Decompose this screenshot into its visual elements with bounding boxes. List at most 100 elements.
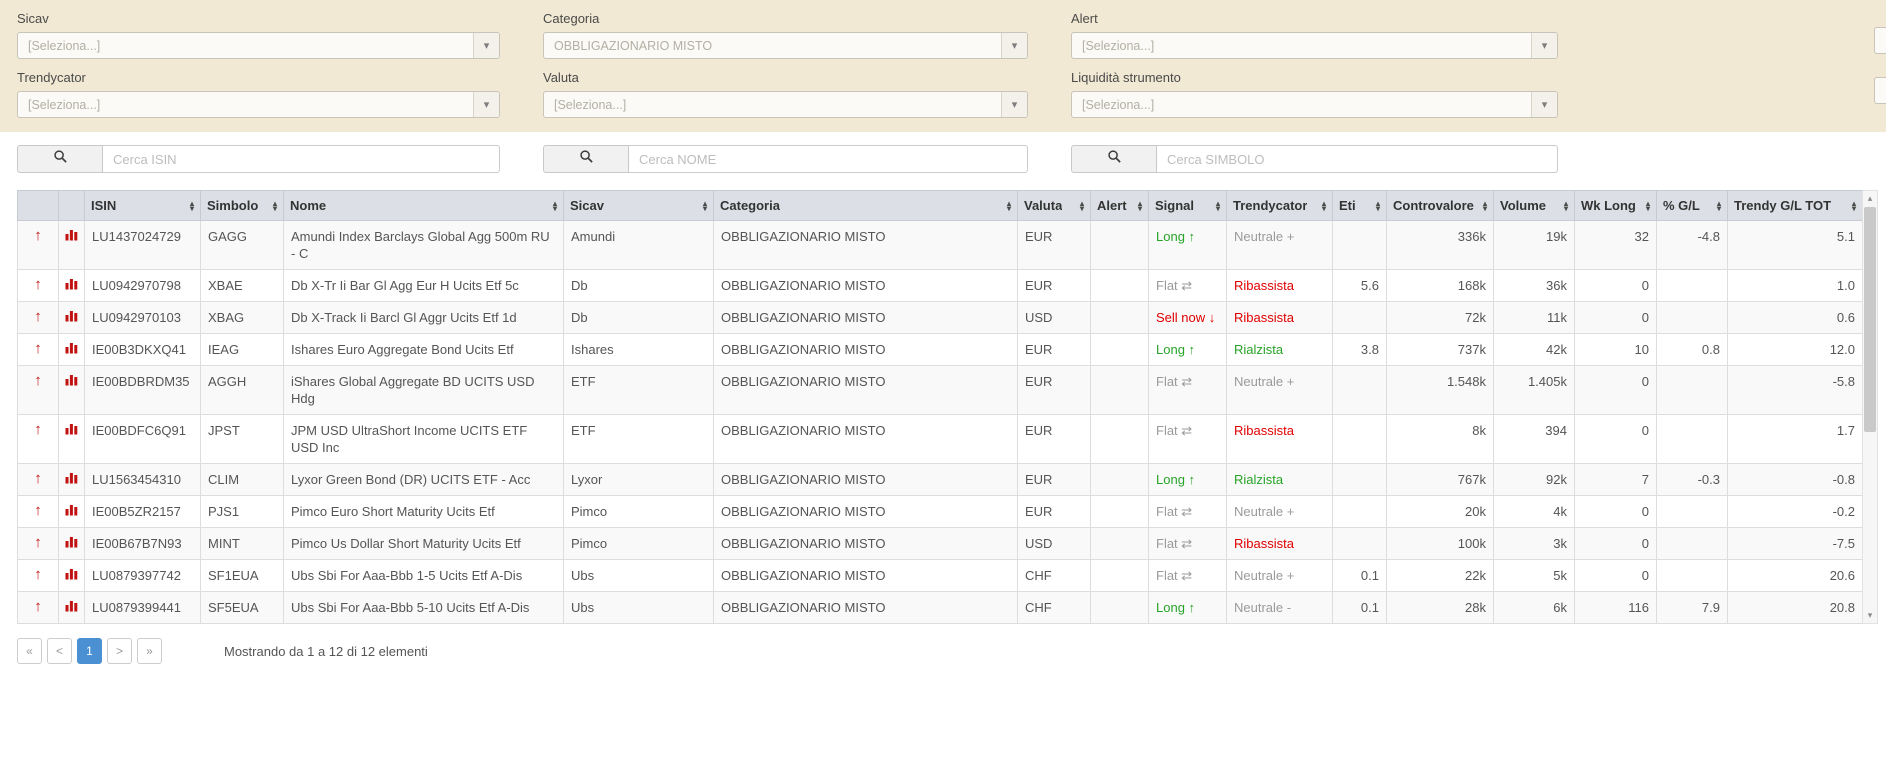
cutoff-select[interactable] xyxy=(1874,27,1886,54)
cell-row-action: ↑ xyxy=(18,415,59,464)
search-isin-button[interactable] xyxy=(17,145,103,173)
cell-signal: Flat ⇄ xyxy=(1149,560,1227,592)
column-header-nome[interactable]: Nome▴▾ xyxy=(284,191,564,221)
bar-chart-icon[interactable] xyxy=(65,373,78,390)
red-up-arrow-icon[interactable]: ↑ xyxy=(34,340,42,357)
table-row: ↑LU1563454310CLIMLyxor Green Bond (DR) U… xyxy=(18,464,1863,496)
column-header-isin[interactable]: ISIN▴▾ xyxy=(85,191,201,221)
search-nome-button[interactable] xyxy=(543,145,629,173)
column-header-trendy-g-l-tot[interactable]: Trendy G/L TOT▴▾ xyxy=(1728,191,1863,221)
sort-icon[interactable]: ▴▾ xyxy=(185,201,194,211)
search-isin-input[interactable] xyxy=(103,145,500,173)
sort-icon[interactable]: ▴▾ xyxy=(1133,201,1142,211)
search-simbolo-input[interactable] xyxy=(1157,145,1558,173)
red-up-arrow-icon[interactable]: ↑ xyxy=(34,276,42,293)
red-up-arrow-icon[interactable]: ↑ xyxy=(34,502,42,519)
column-header-eti[interactable]: Eti▴▾ xyxy=(1333,191,1387,221)
bar-chart-icon[interactable] xyxy=(65,422,78,439)
table-row: ↑LU0879399441SF5EUAUbs Sbi For Aaa-Bbb 5… xyxy=(18,592,1863,624)
bar-chart-icon[interactable] xyxy=(65,503,78,520)
cell-gl xyxy=(1657,270,1728,302)
scrollbar-thumb[interactable] xyxy=(1864,207,1876,432)
cell-valuta: EUR xyxy=(1018,464,1091,496)
prev-page-button[interactable]: < xyxy=(47,638,72,664)
search-nome-input[interactable] xyxy=(629,145,1028,173)
bar-chart-icon[interactable] xyxy=(65,599,78,616)
sort-icon[interactable]: ▴▾ xyxy=(1002,201,1011,211)
sicav-select[interactable]: [Seleziona...] ▾ xyxy=(17,32,500,59)
categoria-select[interactable]: OBBLIGAZIONARIO MISTO ▾ xyxy=(543,32,1028,59)
valuta-select[interactable]: [Seleziona...] ▾ xyxy=(543,91,1028,118)
search-simbolo-button[interactable] xyxy=(1071,145,1157,173)
sort-icon[interactable]: ▴▾ xyxy=(1211,201,1220,211)
cell-categoria-text: OBBLIGAZIONARIO MISTO xyxy=(721,472,885,487)
sort-icon[interactable]: ▴▾ xyxy=(1559,201,1568,211)
page-1-button[interactable]: 1 xyxy=(77,638,102,664)
vertical-scrollbar[interactable]: ▴ ▾ xyxy=(1862,190,1878,624)
bar-chart-icon[interactable] xyxy=(65,277,78,294)
sort-icon[interactable]: ▴▾ xyxy=(268,201,277,211)
bar-chart-icon[interactable] xyxy=(65,228,78,245)
cell-nome: Ubs Sbi For Aaa-Bbb 5-10 Ucits Etf A-Dis xyxy=(284,592,564,624)
trendycator-select[interactable]: [Seleziona...] ▾ xyxy=(17,91,500,118)
column-header-sicav[interactable]: Sicav▴▾ xyxy=(564,191,714,221)
chevron-down-icon[interactable]: ▾ xyxy=(1531,33,1557,58)
cell-trendy-gl-tot: 12.0 xyxy=(1728,334,1863,366)
cell-wk-long: 7 xyxy=(1575,464,1657,496)
chevron-down-icon[interactable]: ▾ xyxy=(1001,92,1027,117)
last-page-button[interactable]: » xyxy=(137,638,162,664)
cutoff-select[interactable] xyxy=(1874,77,1886,104)
first-page-button[interactable]: « xyxy=(17,638,42,664)
cell-categoria: OBBLIGAZIONARIO MISTO xyxy=(714,592,1018,624)
cell-categoria-text: OBBLIGAZIONARIO MISTO xyxy=(721,423,885,438)
scroll-down-arrow-icon[interactable]: ▾ xyxy=(1863,608,1877,623)
bar-chart-icon[interactable] xyxy=(65,535,78,552)
sort-icon[interactable]: ▴▾ xyxy=(1641,201,1650,211)
sort-icon[interactable]: ▴▾ xyxy=(1478,201,1487,211)
liquidita-select[interactable]: [Seleziona...] ▾ xyxy=(1071,91,1558,118)
cell-trendycator-text: Neutrale + xyxy=(1234,229,1294,244)
red-up-arrow-icon[interactable]: ↑ xyxy=(34,566,42,583)
red-up-arrow-icon[interactable]: ↑ xyxy=(34,372,42,389)
red-up-arrow-icon[interactable]: ↑ xyxy=(34,598,42,615)
bar-chart-icon[interactable] xyxy=(65,567,78,584)
sort-icon[interactable]: ▴▾ xyxy=(1317,201,1326,211)
red-up-arrow-icon[interactable]: ↑ xyxy=(34,421,42,438)
cell-isin-text: LU0942970798 xyxy=(92,278,181,293)
column-header-categoria[interactable]: Categoria▴▾ xyxy=(714,191,1018,221)
chevron-down-icon[interactable]: ▾ xyxy=(473,92,499,117)
red-up-arrow-icon[interactable]: ↑ xyxy=(34,470,42,487)
sort-icon[interactable]: ▴▾ xyxy=(1371,201,1380,211)
column-header-trendycator[interactable]: Trendycator▴▾ xyxy=(1227,191,1333,221)
cell-wk-long: 116 xyxy=(1575,592,1657,624)
column-header-wk-long[interactable]: Wk Long▴▾ xyxy=(1575,191,1657,221)
column-header-volume[interactable]: Volume▴▾ xyxy=(1494,191,1575,221)
cell-sicav-text: ETF xyxy=(571,423,596,438)
bar-chart-icon[interactable] xyxy=(65,471,78,488)
red-up-arrow-icon[interactable]: ↑ xyxy=(34,534,42,551)
cell-simbolo: CLIM xyxy=(201,464,284,496)
next-page-button[interactable]: > xyxy=(107,638,132,664)
column-header-signal[interactable]: Signal▴▾ xyxy=(1149,191,1227,221)
chevron-down-icon[interactable]: ▾ xyxy=(1531,92,1557,117)
scroll-up-arrow-icon[interactable]: ▴ xyxy=(1863,191,1877,206)
column-header-simbolo[interactable]: Simbolo▴▾ xyxy=(201,191,284,221)
chevron-down-icon[interactable]: ▾ xyxy=(1001,33,1027,58)
sort-icon[interactable]: ▴▾ xyxy=(1712,201,1721,211)
red-up-arrow-icon[interactable]: ↑ xyxy=(34,227,42,244)
sort-icon[interactable]: ▴▾ xyxy=(548,201,557,211)
chevron-down-icon[interactable]: ▾ xyxy=(473,33,499,58)
column-header-controvalore[interactable]: Controvalore▴▾ xyxy=(1387,191,1494,221)
column-header--g-l[interactable]: % G/L▴▾ xyxy=(1657,191,1728,221)
cell-controvalore: 22k xyxy=(1387,560,1494,592)
sort-icon[interactable]: ▴▾ xyxy=(1847,201,1856,211)
cell-trendy-gl-tot: -0.8 xyxy=(1728,464,1863,496)
alert-select[interactable]: [Seleziona...] ▾ xyxy=(1071,32,1558,59)
sort-icon[interactable]: ▴▾ xyxy=(1075,201,1084,211)
bar-chart-icon[interactable] xyxy=(65,341,78,358)
red-up-arrow-icon[interactable]: ↑ xyxy=(34,308,42,325)
bar-chart-icon[interactable] xyxy=(65,309,78,326)
column-header-valuta[interactable]: Valuta▴▾ xyxy=(1018,191,1091,221)
sort-icon[interactable]: ▴▾ xyxy=(698,201,707,211)
column-header-alert[interactable]: Alert▴▾ xyxy=(1091,191,1149,221)
